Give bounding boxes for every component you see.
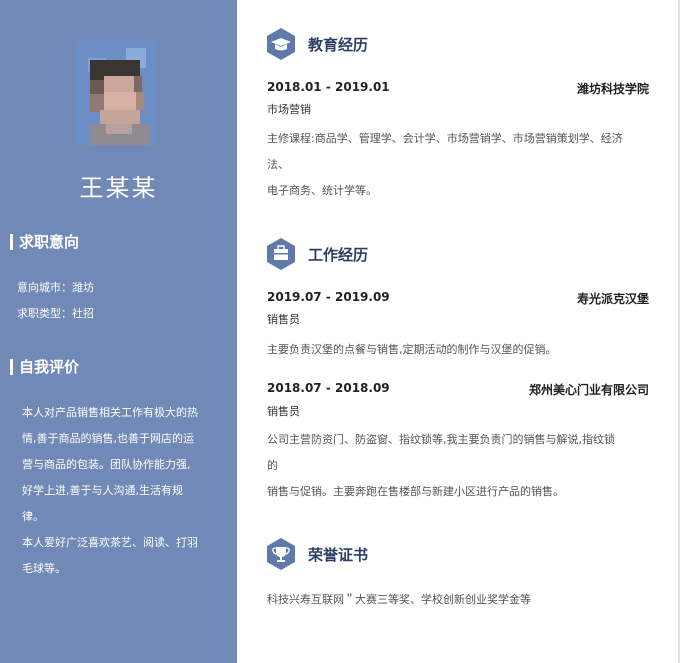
work-description: 公司主营防资门、防盗窗、指纹锁等,我主要负责门的销售与解说,指纹锁 的 销售与促… <box>267 427 652 505</box>
heading-bar <box>10 233 13 250</box>
self-eval-line: 营与商品的包装。团队协作能力强, <box>22 458 191 471</box>
self-eval-line: 好学上进,善于与人沟通,生活有规 <box>22 484 183 497</box>
self-eval-heading: 自我评价 <box>10 356 79 377</box>
honors-heading: 荣誉证书 <box>266 538 368 570</box>
heading-bar <box>10 358 13 375</box>
honors-description: 科技兴寿互联网＂大赛三等奖、学校创新创业奖学金等 <box>267 587 652 613</box>
work-date: 2019.07 - 2019.09 <box>267 290 390 304</box>
intent-city: 意向城市：潍坊 <box>17 281 94 294</box>
description-line: 的 <box>267 459 278 472</box>
self-eval-line: 本人对产品销售相关工作有极大的热 <box>22 406 198 419</box>
honors-title: 荣誉证书 <box>308 545 369 564</box>
work-company: 郑州美心门业有限公司 <box>528 383 649 397</box>
education-date: 2018.01 - 2019.01 <box>267 80 390 94</box>
description-line: 科技兴寿互联网＂大赛三等奖、学校创新创业奖学金等 <box>267 593 531 606</box>
date-end: 2019.09 <box>335 290 390 304</box>
description-line: 主要负责汉堡的点餐与销售,定期活动的制作与汉堡的促销。 <box>267 343 557 356</box>
page-edge <box>678 0 680 663</box>
description-line: 主修课程:商品学、管理学、会计学、市场营销学、市场营销策划学、经济 <box>267 132 623 145</box>
trophy-icon <box>266 538 296 570</box>
description-line: 法、 <box>267 158 289 171</box>
briefcase-icon <box>266 238 296 270</box>
work-description: 主要负责汉堡的点餐与销售,定期活动的制作与汉堡的促销。 <box>267 337 652 363</box>
sidebar: 王某某 求职意向 意向城市：潍坊 求职类型：社招 自我评价 本人对产品销售相关工… <box>0 0 237 663</box>
main-content: 教育经历 2018.01 - 2019.01 潍坊科技学院 市场营销 主修课程:… <box>237 0 680 663</box>
job-intent-heading: 求职意向 <box>10 231 79 252</box>
education-heading: 教育经历 <box>266 28 368 60</box>
education-title: 教育经历 <box>308 35 369 54</box>
self-eval-line: 本人爱好广泛喜欢茶艺、阅读、打羽 <box>22 536 198 549</box>
date-start: 2018.01 <box>267 80 322 94</box>
work-heading: 工作经历 <box>266 238 368 270</box>
work-company: 寿光派克汉堡 <box>576 292 649 306</box>
work-date: 2018.07 - 2018.09 <box>267 381 390 395</box>
education-school: 潍坊科技学院 <box>576 82 649 96</box>
date-start: 2019.07 <box>267 290 322 304</box>
description-line: 销售与促销。主要奔跑在售楼部与新建小区进行产品的销售。 <box>267 485 564 498</box>
avatar <box>76 40 156 145</box>
self-eval-text: 本人对产品销售相关工作有极大的热 情,善于商品的销售,也善于网店的运 营与商品的… <box>22 400 217 582</box>
date-end: 2018.09 <box>335 381 390 395</box>
date-start: 2018.07 <box>267 381 322 395</box>
education-description: 主修课程:商品学、管理学、会计学、市场营销学、市场营销策划学、经济 法、 电子商… <box>267 126 652 204</box>
work-title: 工作经历 <box>308 245 369 264</box>
self-eval-line: 毛球等。 <box>22 562 66 575</box>
work-role: 销售员 <box>267 313 300 326</box>
date-end: 2019.01 <box>335 80 390 94</box>
intent-type: 求职类型：社招 <box>17 307 94 320</box>
description-line: 公司主营防资门、防盗窗、指纹锁等,我主要负责门的销售与解说,指纹锁 <box>267 433 615 446</box>
education-major: 市场营销 <box>267 103 311 116</box>
self-eval-line: 情,善于商品的销售,也善于网店的运 <box>22 432 194 445</box>
self-eval-title: 自我评价 <box>19 358 80 376</box>
self-eval-line: 律。 <box>22 510 44 523</box>
graduation-cap-icon <box>266 28 296 60</box>
job-intent-title: 求职意向 <box>19 233 80 251</box>
description-line: 电子商务、统计学等。 <box>267 184 377 197</box>
candidate-name: 王某某 <box>79 174 158 202</box>
work-role: 销售员 <box>267 405 300 418</box>
